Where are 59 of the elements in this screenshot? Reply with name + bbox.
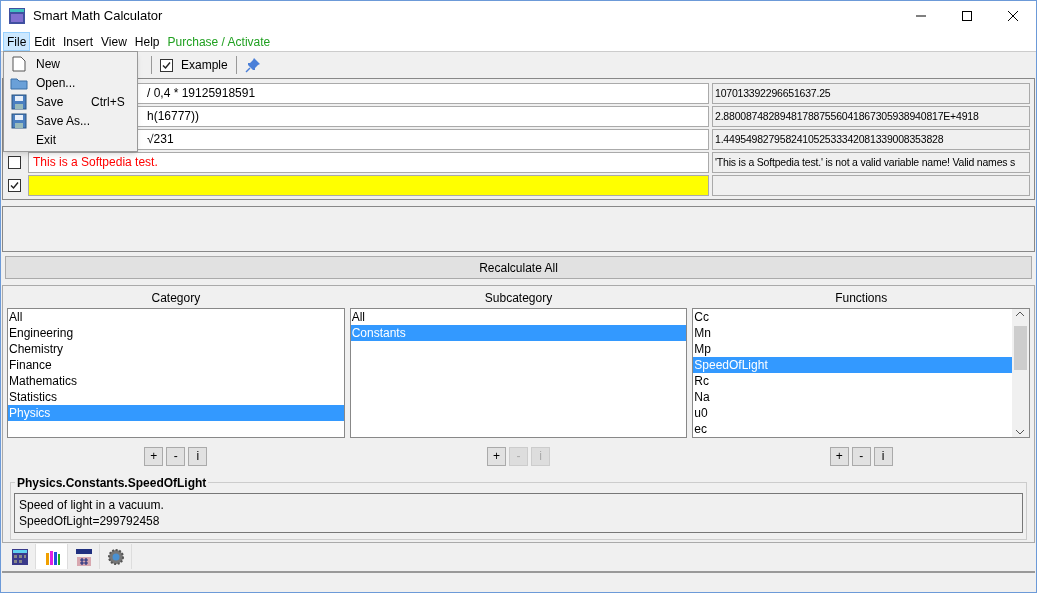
menu-item-label: Exit <box>36 131 57 149</box>
scrollbar[interactable] <box>1012 309 1029 437</box>
list-action-button[interactable]: + <box>487 447 506 466</box>
example-label: Example <box>181 57 228 74</box>
list-item[interactable]: Na <box>693 389 1012 405</box>
window-title: Smart Math Calculator <box>33 7 163 26</box>
result-field: 1.449549827958241052533342081339008353828 <box>712 128 1030 150</box>
list-action-button[interactable]: + <box>829 447 849 466</box>
calculator-icon <box>10 547 29 566</box>
menu-item[interactable]: File <box>3 31 31 51</box>
list-title: Category <box>150 290 202 305</box>
menu-item[interactable]: View <box>97 31 131 51</box>
menu-item[interactable]: Edit <box>30 31 60 51</box>
scroll-up-icon[interactable] <box>1016 311 1025 316</box>
list-title: Functions <box>834 290 889 305</box>
details-line: Speed of light in a vacuum. <box>19 497 165 513</box>
folder-icon <box>10 75 28 90</box>
result-field: 107013392296651637.25 <box>712 82 1030 104</box>
expression-field[interactable] <box>28 174 709 196</box>
result-field: 'This is a Softpedia test.' is not a valid variable name! Valid names s <box>712 151 1030 173</box>
list-action-button[interactable]: + <box>144 447 164 466</box>
blank-page-icon <box>12 55 26 72</box>
list-item[interactable]: Finance <box>8 357 344 373</box>
menu-item-label: Save As... <box>36 112 91 130</box>
row-checkbox[interactable] <box>7 178 21 192</box>
pushpin-icon[interactable] <box>244 57 261 73</box>
list-item[interactable]: All <box>8 309 344 325</box>
list-item[interactable]: Mp <box>693 341 1012 357</box>
number-format-icon <box>73 546 94 567</box>
file-menu-item[interactable]: New <box>4 54 137 73</box>
list-item[interactable]: u0 <box>693 405 1012 421</box>
list-item[interactable]: Mathematics <box>8 373 344 389</box>
details-line: SpeedOfLight=299792458 <box>19 513 161 529</box>
scroll-down-icon[interactable] <box>1016 430 1025 435</box>
list-item[interactable]: Rc <box>693 373 1012 389</box>
list-item[interactable]: Chemistry <box>8 341 344 357</box>
list-item[interactable]: Statistics <box>8 389 344 405</box>
list-action-button[interactable]: i <box>873 447 893 466</box>
calculator-app-icon <box>9 8 25 24</box>
menu-item[interactable]: Help <box>130 31 164 51</box>
list-item[interactable]: Mn <box>693 325 1012 341</box>
list-item[interactable]: Engineering <box>8 325 344 341</box>
recalculate-button[interactable]: Recalculate All <box>5 256 1032 279</box>
list-action-button[interactable]: - <box>851 447 871 466</box>
result-field: 2.880087482894817887556041867305938940817E+4918 <box>712 105 1030 127</box>
list-item[interactable]: Cc <box>693 309 1012 325</box>
gear-icon <box>106 547 125 566</box>
bottom-tab[interactable] <box>36 544 68 569</box>
example-checkbox[interactable] <box>160 58 173 72</box>
list-title: Subcategory <box>483 290 554 305</box>
row-checkbox[interactable] <box>7 155 21 169</box>
list-item[interactable]: ec <box>693 421 1012 437</box>
list-action-button[interactable]: - <box>166 447 186 466</box>
menu-item-label: New <box>36 55 61 73</box>
purchase-link[interactable]: Purchase / Activate <box>163 31 275 51</box>
list-item[interactable]: All <box>350 309 687 325</box>
menu-item[interactable]: Insert <box>59 31 98 51</box>
list-action-button[interactable]: i <box>188 447 208 466</box>
expression-field[interactable]: This is a Softpedia test. <box>28 151 709 173</box>
